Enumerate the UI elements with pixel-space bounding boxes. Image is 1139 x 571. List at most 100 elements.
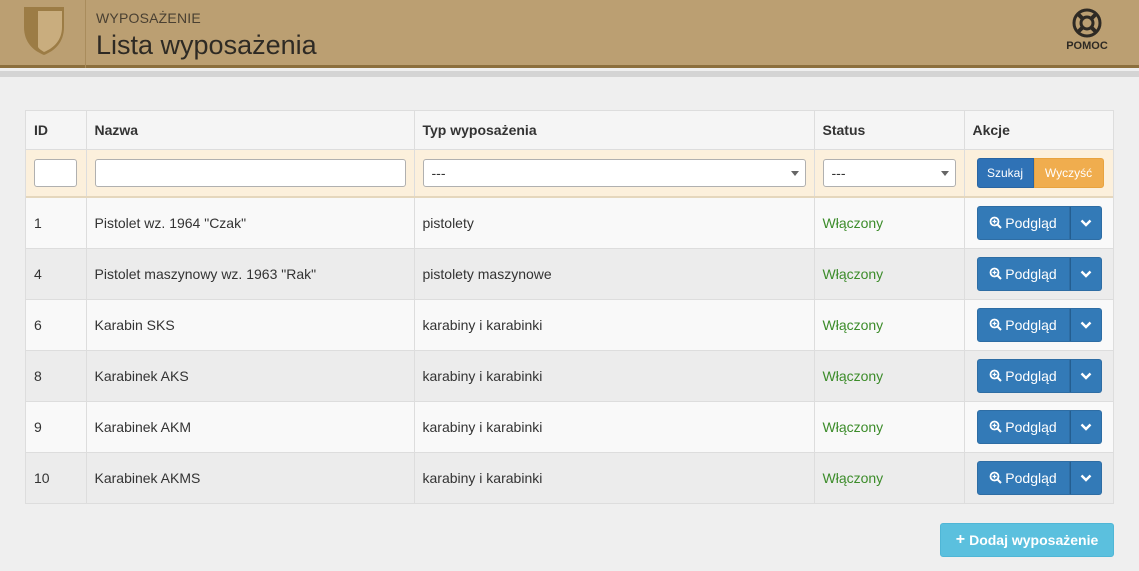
view-button-label: Podgląd xyxy=(1005,265,1057,282)
view-dropdown-toggle[interactable] xyxy=(1069,460,1102,495)
view-dropdown-toggle[interactable] xyxy=(1069,307,1102,342)
cell-id: 10 xyxy=(26,452,87,503)
cell-status: Włączony xyxy=(814,452,965,503)
column-header-id[interactable]: ID xyxy=(26,111,87,150)
view-button[interactable]: Podgląd xyxy=(976,460,1070,495)
view-button-group: Podgląd xyxy=(976,409,1102,444)
view-dropdown-toggle[interactable] xyxy=(1069,358,1102,393)
view-button[interactable]: Podgląd xyxy=(976,409,1070,444)
view-button[interactable]: Podgląd xyxy=(976,205,1070,240)
cell-status: Włączony xyxy=(814,350,965,401)
view-button[interactable]: Podgląd xyxy=(976,256,1070,291)
filter-row: --- --- Szukaj Wyczyść xyxy=(26,149,1113,198)
zoom-in-icon xyxy=(989,216,1003,229)
cell-type: karabiny i karabinki xyxy=(414,350,815,401)
column-header-name[interactable]: Nazwa xyxy=(86,111,415,150)
plus-icon: + xyxy=(955,531,966,548)
zoom-in-icon xyxy=(989,369,1003,382)
view-button-label: Podgląd xyxy=(1005,469,1057,486)
cell-name: Pistolet wz. 1964 "Czak" xyxy=(86,197,415,248)
table-row: 4 Pistolet maszynowy wz. 1963 "Rak" pist… xyxy=(26,248,1113,299)
equipment-table: ID Nazwa Typ wyposażenia Status Akcje --… xyxy=(25,110,1114,504)
clear-button[interactable]: Wyczyść xyxy=(1033,157,1104,188)
chevron-down-icon xyxy=(1080,321,1091,329)
chevron-down-icon xyxy=(1080,372,1091,380)
chevron-down-icon xyxy=(1080,219,1091,227)
filter-button-group: Szukaj Wyczyść xyxy=(976,157,1104,188)
cell-id: 9 xyxy=(26,401,87,452)
column-header-actions: Akcje xyxy=(964,111,1113,150)
cell-actions: Podgląd xyxy=(964,197,1113,248)
caret-down-icon xyxy=(790,170,799,176)
cell-name: Karabinek AKS xyxy=(86,350,415,401)
cell-id: 8 xyxy=(26,350,87,401)
page-title: Lista wyposażenia xyxy=(96,30,317,60)
status-filter-value: --- xyxy=(831,164,846,181)
shield-logo-icon xyxy=(24,7,64,55)
cell-name: Karabin SKS xyxy=(86,299,415,350)
view-button-group: Podgląd xyxy=(976,358,1102,393)
view-button-group: Podgląd xyxy=(976,256,1102,291)
column-header-type[interactable]: Typ wyposażenia xyxy=(414,111,815,150)
cell-type: pistolety maszynowe xyxy=(414,248,815,299)
name-filter-input[interactable] xyxy=(94,158,406,187)
table-row: 8 Karabinek AKS karabiny i karabinki Włą… xyxy=(26,350,1113,401)
view-button-label: Podgląd xyxy=(1005,418,1057,435)
cell-type: karabiny i karabinki xyxy=(414,401,815,452)
cell-status: Włączony xyxy=(814,197,965,248)
cell-name: Pistolet maszynowy wz. 1963 "Rak" xyxy=(86,248,415,299)
table-row: 6 Karabin SKS karabiny i karabinki Włącz… xyxy=(26,299,1113,350)
status-filter-select[interactable]: --- xyxy=(822,158,956,187)
header-divider xyxy=(0,71,1139,77)
cell-id: 6 xyxy=(26,299,87,350)
cell-actions: Podgląd xyxy=(964,401,1113,452)
view-button[interactable]: Podgląd xyxy=(976,358,1070,393)
cell-id: 1 xyxy=(26,197,87,248)
cell-status: Włączony xyxy=(814,248,965,299)
id-filter-input[interactable] xyxy=(34,158,77,187)
caret-down-icon xyxy=(940,170,949,176)
type-filter-select[interactable]: --- xyxy=(422,158,806,187)
zoom-in-icon xyxy=(989,471,1003,484)
view-button-label: Podgląd xyxy=(1005,214,1057,231)
zoom-in-icon xyxy=(989,318,1003,331)
table-row: 9 Karabinek AKM karabiny i karabinki Włą… xyxy=(26,401,1113,452)
top-header: WYPOSAŻENIE Lista wyposażenia POMOC xyxy=(0,0,1139,68)
view-button-group: Podgląd xyxy=(976,205,1102,240)
cell-type: karabiny i karabinki xyxy=(414,452,815,503)
search-button[interactable]: Szukaj xyxy=(976,157,1034,188)
cell-actions: Podgląd xyxy=(964,299,1113,350)
view-button-label: Podgląd xyxy=(1005,367,1057,384)
chevron-down-icon xyxy=(1080,423,1091,431)
cell-actions: Podgląd xyxy=(964,350,1113,401)
table-row: 1 Pistolet wz. 1964 "Czak" pistolety Włą… xyxy=(26,197,1113,248)
add-equipment-button[interactable]: + Dodaj wyposażenie xyxy=(940,523,1114,557)
cell-name: Karabinek AKM xyxy=(86,401,415,452)
chevron-down-icon xyxy=(1080,474,1091,482)
cell-actions: Podgląd xyxy=(964,248,1113,299)
zoom-in-icon xyxy=(989,267,1003,280)
view-button-label: Podgląd xyxy=(1005,316,1057,333)
table-header-row: ID Nazwa Typ wyposażenia Status Akcje xyxy=(26,111,1113,150)
type-filter-value: --- xyxy=(431,164,446,181)
cell-name: Karabinek AKMS xyxy=(86,452,415,503)
zoom-in-icon xyxy=(989,420,1003,433)
view-dropdown-toggle[interactable] xyxy=(1069,409,1102,444)
breadcrumb: WYPOSAŻENIE xyxy=(96,10,201,26)
help-button[interactable]: POMOC xyxy=(1058,8,1116,52)
cell-status: Włączony xyxy=(814,299,965,350)
cell-status: Włączony xyxy=(814,401,965,452)
view-dropdown-toggle[interactable] xyxy=(1069,205,1102,240)
view-button-group: Podgląd xyxy=(976,460,1102,495)
column-header-status[interactable]: Status xyxy=(814,111,965,150)
cell-type: karabiny i karabinki xyxy=(414,299,815,350)
lifebuoy-icon xyxy=(1072,8,1102,38)
table-row: 10 Karabinek AKMS karabiny i karabinki W… xyxy=(26,452,1113,503)
cell-id: 4 xyxy=(26,248,87,299)
chevron-down-icon xyxy=(1080,270,1091,278)
view-dropdown-toggle[interactable] xyxy=(1069,256,1102,291)
cell-actions: Podgląd xyxy=(964,452,1113,503)
app-logo[interactable] xyxy=(0,0,86,68)
cell-type: pistolety xyxy=(414,197,815,248)
view-button[interactable]: Podgląd xyxy=(976,307,1070,342)
